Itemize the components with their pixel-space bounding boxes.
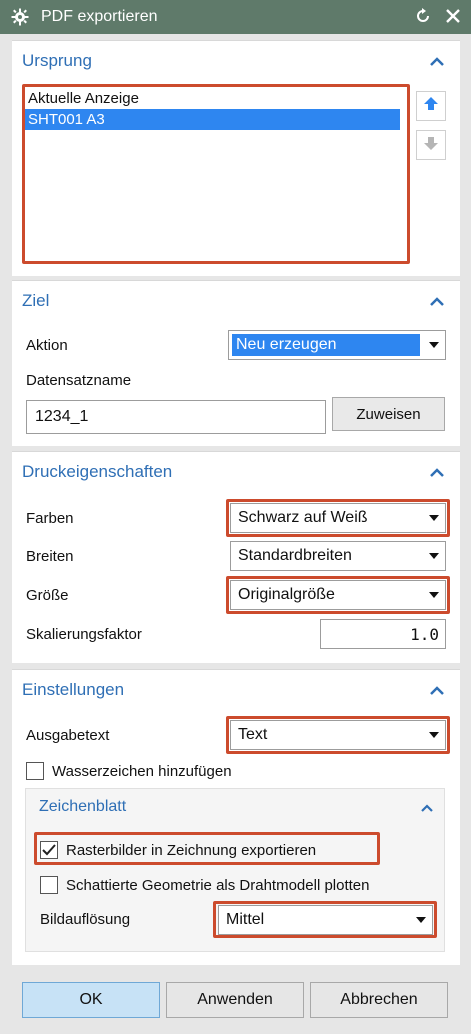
arrow-down-icon: [423, 135, 439, 155]
reset-icon[interactable]: [413, 6, 433, 26]
druck-title: Druckeigenschaften: [22, 462, 173, 481]
einstellungen-title: Einstellungen: [22, 680, 125, 699]
breiten-value: Standardbreiten: [238, 547, 352, 564]
skalierung-input[interactable]: 1.0: [320, 619, 446, 649]
triangle-down-icon: [423, 552, 445, 560]
window-title: PDF exportieren: [41, 8, 158, 25]
checkbox-box[interactable]: [40, 876, 58, 894]
gear-icon[interactable]: [9, 6, 31, 28]
anwenden-button[interactable]: Anwenden: [166, 982, 304, 1018]
groesse-label: Größe: [26, 587, 69, 604]
arrow-up-icon: [423, 96, 439, 116]
checkbox-box[interactable]: [26, 762, 44, 780]
highlight-frame: [213, 901, 437, 938]
abbrechen-button[interactable]: Abbrechen: [310, 982, 448, 1018]
highlight-frame: [22, 84, 410, 264]
ok-button[interactable]: OK: [22, 982, 160, 1018]
breiten-dropdown[interactable]: Standardbreiten: [230, 541, 446, 571]
wasserzeichen-checkbox[interactable]: Wasserzeichen hinzufügen: [26, 762, 232, 780]
zuweisen-button[interactable]: Zuweisen: [332, 397, 445, 431]
wasserzeichen-label: Wasserzeichen hinzufügen: [52, 762, 232, 780]
chevron-up-icon[interactable]: [428, 683, 446, 697]
ursprung-header[interactable]: Ursprung: [12, 41, 460, 81]
highlight-frame: [226, 576, 450, 614]
zeichenblatt-header[interactable]: Zeichenblatt: [26, 789, 444, 825]
chevron-up-icon[interactable]: [420, 799, 434, 816]
schattiert-label: Schattierte Geometrie als Drahtmodell pl…: [66, 876, 370, 894]
datensatzname-input[interactable]: 1234_1: [26, 400, 326, 434]
triangle-down-icon: [423, 341, 445, 349]
datensatzname-label: Datensatzname: [26, 372, 132, 389]
bildaufloesung-label: Bildauflösung: [40, 911, 131, 928]
chevron-up-icon[interactable]: [428, 465, 446, 479]
move-down-button[interactable]: [416, 130, 446, 160]
chevron-up-icon[interactable]: [428, 54, 446, 68]
aktion-dropdown[interactable]: Neu erzeugen: [228, 330, 446, 360]
einstellungen-header[interactable]: Einstellungen: [12, 670, 460, 710]
breiten-label: Breiten: [26, 548, 74, 565]
ziel-title: Ziel: [22, 291, 50, 310]
title-bar: PDF exportieren: [0, 0, 471, 34]
schattiert-checkbox[interactable]: Schattierte Geometrie als Drahtmodell pl…: [40, 876, 436, 894]
ausgabetext-label: Ausgabetext: [26, 727, 110, 744]
move-up-button[interactable]: [416, 91, 446, 121]
highlight-frame: [226, 499, 450, 537]
ursprung-title: Ursprung: [22, 51, 92, 70]
druck-header[interactable]: Druckeigenschaften: [12, 452, 460, 492]
farben-label: Farben: [26, 510, 74, 527]
highlight-frame: [34, 832, 380, 865]
zeichenblatt-title: Zeichenblatt: [39, 798, 127, 815]
ziel-header[interactable]: Ziel: [12, 281, 460, 321]
aktion-value: Neu erzeugen: [232, 334, 420, 356]
skalierung-label: Skalierungsfaktor: [26, 626, 142, 643]
close-icon[interactable]: [443, 6, 463, 26]
chevron-up-icon[interactable]: [428, 294, 446, 308]
highlight-frame: [226, 716, 450, 754]
aktion-label: Aktion: [26, 337, 68, 354]
